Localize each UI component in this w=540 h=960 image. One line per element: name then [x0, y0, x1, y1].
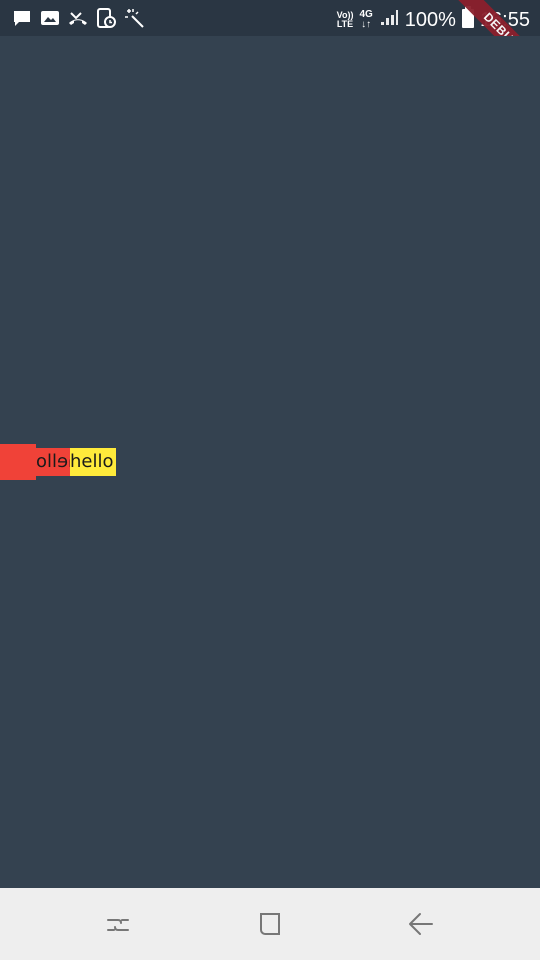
- back-icon: [409, 913, 433, 935]
- phone-clock-icon: [96, 8, 116, 28]
- app-screen: Vo)) LTE 4G ↓↑ 100% 16:55 DEBUG hello he…: [0, 0, 540, 960]
- navigation-bar: [0, 888, 540, 960]
- recent-apps-icon: [107, 919, 129, 931]
- status-bar: Vo)) LTE 4G ↓↑ 100% 16:55: [0, 0, 540, 36]
- volte-bottom: LTE: [336, 19, 354, 29]
- mirrored-text-container: hello: [36, 448, 70, 476]
- network-indicator: 4G ↓↑: [359, 10, 372, 30]
- main-content: hello hello: [0, 36, 540, 888]
- volte-indicator: Vo)) LTE: [337, 11, 354, 29]
- home-button[interactable]: [256, 910, 284, 938]
- notification-icons: [12, 8, 144, 28]
- missed-call-icon: [68, 8, 88, 28]
- network-arrows: ↓↑: [361, 19, 372, 30]
- red-square: [0, 444, 36, 480]
- message-icon: [12, 8, 32, 28]
- hello-label: hello: [70, 451, 114, 472]
- battery-percent: 100%: [404, 9, 456, 31]
- home-icon: [260, 913, 280, 935]
- magic-wand-icon: [124, 8, 144, 28]
- signal-icon: [379, 7, 399, 33]
- mirrored-text: hello: [36, 451, 70, 472]
- image-icon: [40, 8, 60, 28]
- hello-label-container: hello: [70, 448, 116, 476]
- recent-apps-button[interactable]: [104, 910, 132, 938]
- back-button[interactable]: [406, 910, 434, 938]
